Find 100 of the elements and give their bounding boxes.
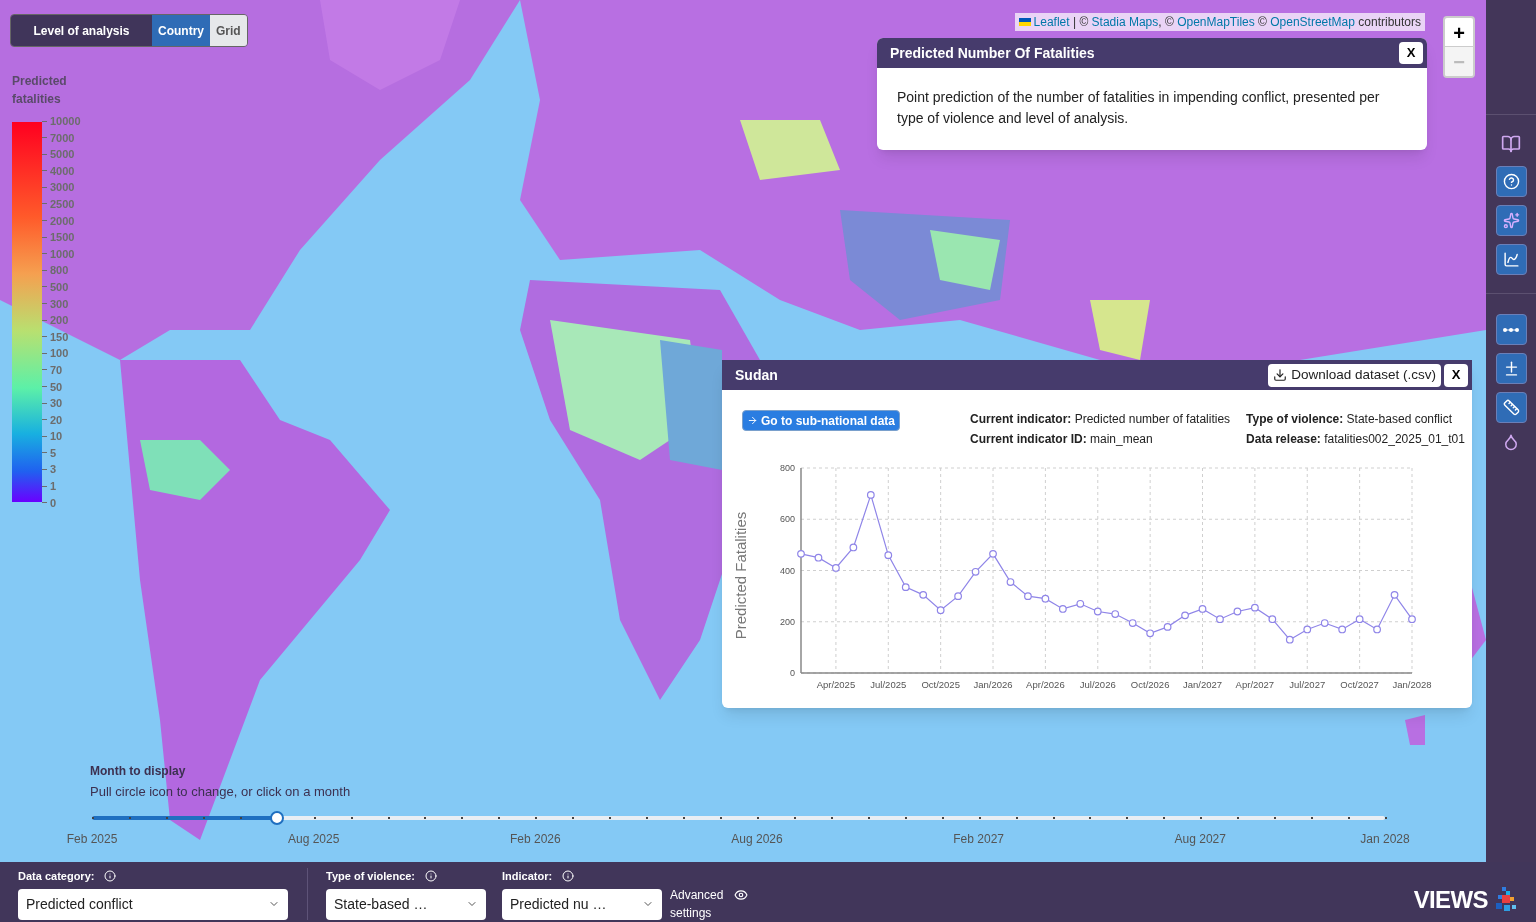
dots-icon [1503, 327, 1519, 332]
data-point [1251, 603, 1259, 612]
info-icon[interactable] [425, 870, 438, 883]
info-icon[interactable] [562, 870, 575, 883]
data-point [1373, 625, 1381, 634]
data-point [1146, 629, 1155, 638]
control-label: Data category: [18, 869, 95, 884]
attribution-link[interactable]: Leaflet [1033, 15, 1070, 29]
data-point [1285, 635, 1294, 644]
dropdown[interactable]: Predicted nu … [502, 888, 662, 920]
data-point [1181, 611, 1189, 620]
data-point [1320, 619, 1329, 627]
month-label[interactable]: Feb 2026 [509, 830, 561, 848]
logo-text: VIEWS [1413, 885, 1488, 915]
scale-label: 2500 [50, 196, 75, 211]
attribution-link[interactable]: OpenStreetMap [1270, 15, 1355, 29]
scale-label: 2000 [50, 213, 75, 228]
scale-label: 10 [50, 429, 63, 444]
scale-label: 7000 [50, 130, 75, 145]
tool-button[interactable] [1495, 244, 1527, 275]
sparkles-icon [1502, 212, 1520, 229]
y-tick-label: 600 [779, 514, 795, 525]
subnational-button[interactable]: Go to sub-national data [742, 410, 900, 431]
dropdown[interactable]: State-based … [326, 888, 486, 920]
scale-label: 300 [50, 296, 69, 311]
scale-label: 70 [50, 362, 63, 377]
book-icon[interactable] [1501, 134, 1521, 154]
month-label[interactable]: Aug 2027 [1174, 830, 1226, 848]
data-point [1093, 607, 1102, 616]
indicator-info: Current indicator: Predicted number of fatalities [970, 411, 1231, 428]
tool-button[interactable] [1495, 353, 1527, 384]
scale-label: 0 [50, 495, 57, 510]
droplet-icon[interactable] [1502, 433, 1520, 451]
x-tick-label: Jan/2027 [1182, 679, 1223, 690]
month-label[interactable]: Feb 2027 [953, 830, 1004, 848]
scale-label: 30 [50, 396, 63, 411]
download-icon [1273, 368, 1288, 382]
data-point [1355, 615, 1364, 624]
popup-description: Point prediction of the number of fatalities in impending conflict, presented per type of violence and level of analysis. [896, 88, 1381, 128]
x-tick-label: Apr/2025 [816, 679, 856, 690]
map-attribution: Leaflet | © Stadia Maps, © OpenMapTiles © OpenStreetMap contributors [1014, 13, 1425, 31]
data-point [1216, 615, 1224, 624]
month-label[interactable]: Jan 2028 [1360, 830, 1410, 848]
data-point [919, 590, 928, 599]
data-point [901, 583, 910, 592]
x-tick-label: Apr/2027 [1235, 679, 1275, 690]
indicator-info: Data release: fatalities002_2025_01_t01 [1246, 431, 1465, 448]
data-point [866, 491, 875, 499]
data-point [1390, 590, 1399, 599]
data-point [814, 553, 823, 562]
help-icon [1502, 173, 1520, 190]
tool-button[interactable] [1495, 205, 1527, 236]
data-point [1163, 623, 1172, 631]
data-point [832, 564, 840, 572]
slider-title: Month to display [90, 763, 187, 780]
dropdown[interactable]: Predicted conflict [18, 888, 288, 920]
scale-label: 500 [50, 279, 69, 294]
scale-label: 150 [50, 329, 69, 344]
data-point [1268, 615, 1277, 624]
download-button[interactable]: Download dataset (.csv) [1268, 363, 1441, 387]
tool-button[interactable] [1495, 166, 1527, 197]
x-tick-label: Jul/2026 [1079, 679, 1116, 690]
ruler-icon [1502, 399, 1520, 416]
attribution-link[interactable]: OpenMapTiles [1177, 15, 1255, 29]
y-tick-label: 400 [779, 565, 795, 576]
level-option[interactable]: Country [152, 15, 210, 46]
y-axis-title: Predicted Fatalities [732, 511, 749, 640]
x-tick-label: Oct/2026 [1130, 679, 1170, 690]
trend-chart-icon [1502, 251, 1520, 268]
info-icon[interactable] [104, 870, 117, 883]
eye-icon[interactable] [734, 888, 748, 902]
tool-button[interactable] [1495, 314, 1527, 345]
scale-label: 4000 [50, 163, 75, 178]
panel-title: Sudan [735, 365, 778, 385]
close-button[interactable]: X [1399, 42, 1423, 64]
scale-label: 20 [50, 412, 63, 427]
arrow-right-icon [747, 415, 758, 426]
month-label[interactable]: Aug 2025 [287, 830, 340, 848]
advanced-settings-link[interactable]: Advanced settings [670, 886, 728, 922]
scale-label: 3 [50, 462, 57, 477]
data-point [1076, 599, 1085, 608]
month-label[interactable]: Feb 2025 [66, 830, 118, 848]
data-point [989, 549, 997, 558]
toggle-label: Level of analysis [11, 15, 152, 46]
tool-button[interactable] [1495, 392, 1527, 423]
data-point [954, 592, 962, 600]
popup-title: Predicted Number Of Fatalities [890, 43, 1095, 63]
scale-label: 50 [50, 379, 63, 394]
scale-label: 100 [50, 346, 69, 361]
data-point [1041, 594, 1050, 603]
scale-label: 1500 [50, 230, 75, 245]
scale-label: 5 [50, 445, 57, 460]
month-label[interactable]: Aug 2026 [731, 830, 783, 848]
data-point [1198, 605, 1207, 613]
close-button[interactable]: X [1444, 363, 1468, 387]
y-tick-label: 0 [790, 668, 795, 678]
data-point [1128, 619, 1137, 627]
x-tick-label: Jul/2025 [870, 679, 907, 690]
control-label: Indicator: [502, 869, 553, 884]
level-option[interactable]: Grid [210, 15, 247, 46]
